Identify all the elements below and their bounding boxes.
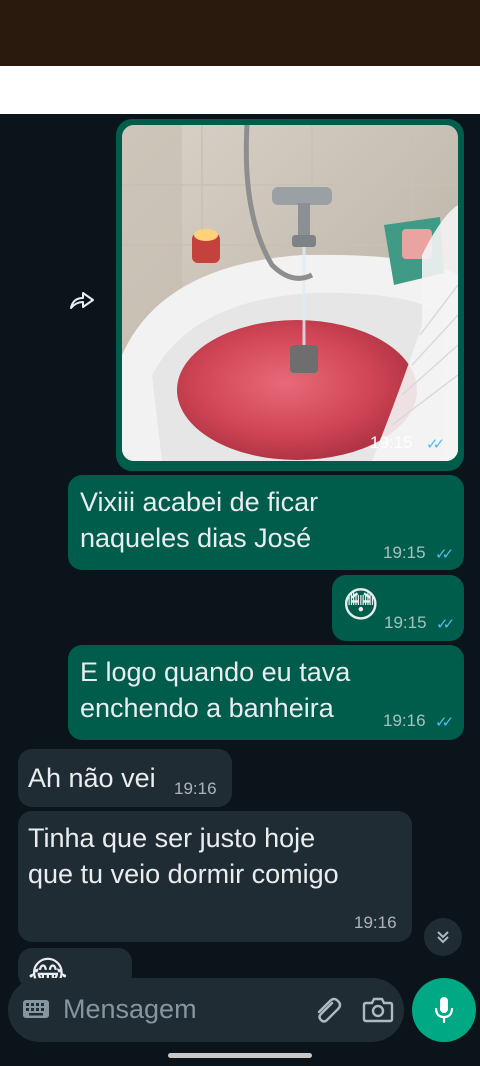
message-text: Tinha que ser justo hoje (28, 823, 316, 853)
read-receipt-icon: ✓✓ (426, 436, 445, 453)
forward-icon[interactable] (62, 280, 102, 320)
message-time: 19:15 (370, 433, 413, 452)
outgoing-message[interactable]: Vixiii acabei de ficar naqueles dias Jos… (68, 475, 464, 570)
message-time: 19:16 (354, 913, 397, 932)
message-time: 19:16 (383, 711, 426, 730)
outgoing-message[interactable]: E logo quando eu tava enchendo a banheir… (68, 645, 464, 740)
message-text: que tu veio dormir comigo (28, 859, 339, 889)
image-message[interactable]: 19:15 ✓✓ (116, 119, 464, 471)
incoming-message[interactable]: Ah não vei 19:16 (18, 749, 232, 807)
read-receipt-icon: ✓✓ (435, 546, 454, 563)
read-receipt-icon: ✓✓ (436, 616, 455, 633)
message-time: 19:15 (384, 613, 427, 632)
message-text: enchendo a banheira (80, 693, 334, 723)
chat-area[interactable]: 19:15 ✓✓ Vixiii acabei de ficar naqueles… (0, 114, 480, 1066)
message-text: naqueles dias José (80, 523, 312, 553)
keyboard-icon[interactable] (22, 998, 50, 1020)
home-indicator (168, 1053, 312, 1058)
message-composer[interactable]: Mensagem (8, 978, 404, 1042)
message-text: Vixiii acabei de ficar (80, 487, 319, 517)
microphone-icon (434, 997, 454, 1023)
emoji: 😳 (342, 584, 380, 625)
camera-icon[interactable] (362, 995, 394, 1025)
read-receipt-icon: ✓✓ (435, 714, 454, 731)
bathtub-photo[interactable]: 19:15 ✓✓ (122, 125, 458, 461)
status-bar-area (0, 0, 480, 66)
message-input[interactable]: Mensagem (63, 994, 197, 1025)
header-bar (0, 66, 480, 114)
microphone-button[interactable] (412, 978, 476, 1042)
outgoing-message[interactable]: 😳 19:15 ✓✓ (332, 575, 464, 641)
attach-icon[interactable] (312, 995, 342, 1025)
chevron-double-down-icon[interactable] (424, 918, 462, 956)
message-text: Ah não vei (28, 763, 156, 793)
message-time: 19:15 (383, 543, 426, 562)
message-text: E logo quando eu tava (80, 657, 351, 687)
message-time: 19:16 (174, 779, 217, 798)
incoming-message[interactable]: Tinha que ser justo hoje que tu veio dor… (18, 811, 412, 942)
